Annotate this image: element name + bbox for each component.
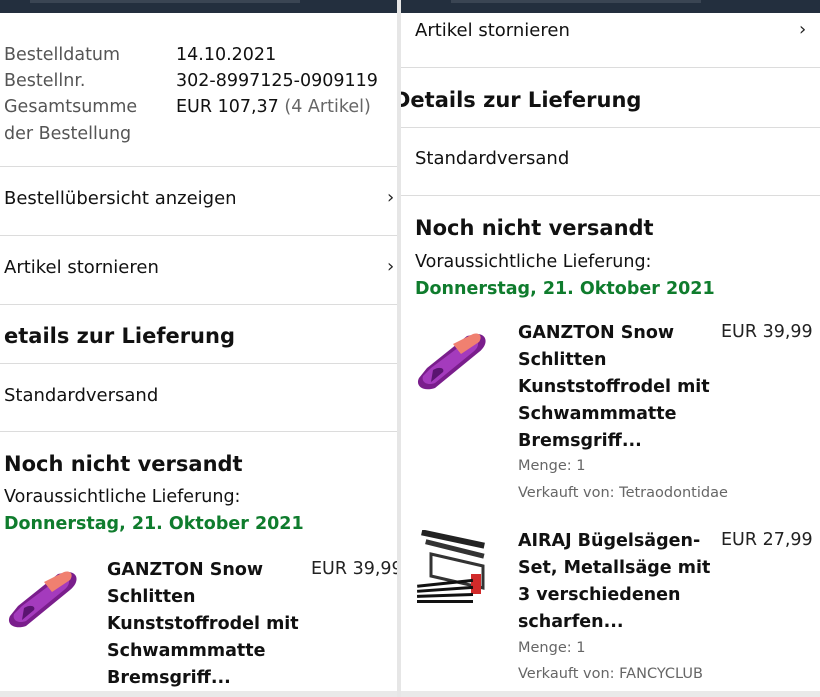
- item-seller: Verkauft von: Tetraodontidae: [518, 485, 728, 501]
- shipment-status-heading: Noch nicht versandt: [415, 216, 654, 240]
- order-date-label: Bestelldatum: [4, 45, 121, 65]
- order-total-label-line2: der Bestellung: [4, 124, 132, 144]
- item-price: EUR 39,99: [721, 322, 813, 342]
- item-title-line: Schlitten: [518, 350, 607, 370]
- chevron-right-icon: ›: [387, 187, 395, 208]
- left-screen: Bestelldatum 14.10.2021 Bestellnr. 302-8…: [0, 0, 397, 697]
- item-title-line: Schwammmatte: [518, 404, 677, 424]
- item-title-line: Schwammmatte: [107, 641, 266, 661]
- search-bar-edge[interactable]: [30, 0, 300, 3]
- sled-product-image[interactable]: [413, 326, 495, 396]
- divider: [0, 363, 397, 364]
- hacksaw-product-image[interactable]: [413, 530, 497, 610]
- expected-delivery-label: Voraussichtliche Lieferung:: [415, 252, 652, 272]
- divider: [0, 166, 397, 167]
- item-title-line: Kunststoffrodel mit: [518, 377, 710, 397]
- item-title-line: AIRAJ Bügelsägen-: [518, 531, 701, 551]
- item-title[interactable]: AIRAJ Bügelsägen- Set, Metallsäge mit 3 …: [518, 528, 718, 636]
- expected-delivery-label: Voraussichtliche Lieferung:: [4, 487, 241, 507]
- shipping-method: Standardversand: [4, 385, 159, 406]
- right-screen: Artikel stornieren › Details zur Lieferu…: [401, 0, 820, 697]
- order-date-value: 14.10.2021: [176, 45, 277, 65]
- order-total-amount: EUR 107,37: [176, 97, 279, 117]
- chevron-right-icon: ›: [799, 19, 807, 40]
- item-title-line: Schlitten: [107, 587, 196, 607]
- order-total-value: EUR 107,37 (4 Artikel): [176, 97, 371, 117]
- delivery-details-heading: Details zur Lieferung: [401, 88, 642, 112]
- order-number-value: 302-8997125-0909119: [176, 71, 378, 91]
- order-number-label: Bestellnr.: [4, 71, 86, 91]
- item-quantity: Menge: 1: [518, 640, 586, 656]
- item-seller: Verkauft von: FANCYCLUB: [518, 666, 703, 682]
- item-title-line: Set, Metallsäge mit: [518, 558, 711, 578]
- expected-delivery-date: Donnerstag, 21. Oktober 2021: [4, 514, 304, 534]
- order-total-label: Gesamtsumme: [4, 97, 138, 117]
- cancel-items-label: Artikel stornieren: [4, 257, 159, 278]
- item-price: EUR 27,99: [721, 530, 813, 550]
- divider: [0, 431, 397, 432]
- divider: [0, 304, 397, 305]
- item-title-line: scharfen...: [518, 612, 624, 632]
- delivery-details-heading: etails zur Lieferung: [4, 324, 235, 348]
- shipment-status-heading: Noch nicht versandt: [4, 452, 243, 476]
- sled-product-image[interactable]: [4, 564, 86, 634]
- item-title-line: GANZTON Snow: [518, 323, 675, 343]
- top-bar: [401, 0, 820, 13]
- divider: [401, 67, 820, 68]
- item-title-line: Bremsgriff...: [107, 668, 231, 688]
- item-title-line: Bremsgriff...: [518, 431, 642, 451]
- bottom-nav-edge: [0, 691, 397, 697]
- order-item-count: (4 Artikel): [284, 97, 371, 117]
- divider: [401, 195, 820, 196]
- item-title-line: 3 verschiedenen: [518, 585, 681, 605]
- item-quantity: Menge: 1: [518, 458, 586, 474]
- divider: [0, 235, 397, 236]
- item-title[interactable]: GANZTON Snow Schlitten Kunststoffrodel m…: [518, 320, 718, 455]
- order-overview-label: Bestellübersicht anzeigen: [4, 188, 237, 209]
- item-title[interactable]: GANZTON Snow Schlitten Kunststoffrodel m…: [107, 557, 307, 692]
- divider: [401, 127, 820, 128]
- expected-delivery-date: Donnerstag, 21. Oktober 2021: [415, 279, 715, 299]
- bottom-nav-edge: [401, 691, 820, 697]
- item-title-line: Kunststoffrodel mit: [107, 614, 299, 634]
- shipping-method: Standardversand: [415, 148, 570, 169]
- search-bar-edge[interactable]: [451, 0, 701, 3]
- item-title-line: GANZTON Snow: [107, 560, 264, 580]
- top-bar: [0, 0, 397, 13]
- item-price: EUR 39,99: [311, 559, 397, 579]
- chevron-right-icon: ›: [387, 256, 395, 277]
- cancel-items-label: Artikel stornieren: [415, 20, 570, 41]
